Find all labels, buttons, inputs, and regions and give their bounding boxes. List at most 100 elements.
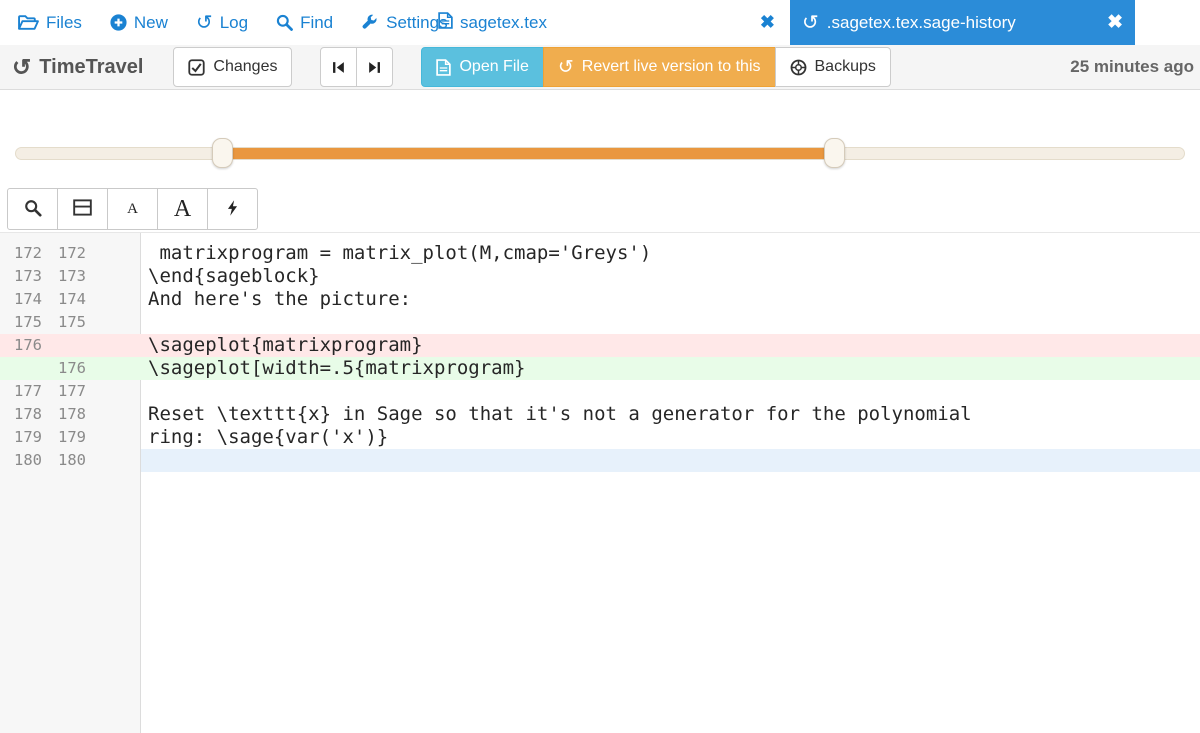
backups-button[interactable]: Backups: [775, 47, 891, 87]
split-view-icon: [73, 199, 92, 219]
history-icon: ↺: [196, 13, 213, 33]
gutter-new: 178: [42, 403, 86, 426]
code-text: [141, 311, 1200, 334]
split-view-button[interactable]: [57, 188, 108, 230]
gutter-old: 175: [0, 311, 42, 334]
code-text: ring: \sage{var('x')}: [141, 426, 1200, 449]
close-icon[interactable]: ✖: [1107, 11, 1123, 34]
version-timestamp: 25 minutes ago: [1070, 57, 1196, 77]
nav-files[interactable]: Files: [18, 13, 82, 33]
life-ring-icon: [790, 59, 807, 76]
code-text: \sageplot[width=.5{matrixprogram}: [141, 357, 1200, 380]
editor-line: 179 179 ring: \sage{var('x')}: [0, 426, 1200, 449]
nav-find[interactable]: Find: [276, 13, 333, 33]
diff-editor: 172 172 matrixprogram = matrix_plot(M,cm…: [0, 233, 1200, 733]
font-decrease-button[interactable]: A: [107, 188, 158, 230]
bolt-button[interactable]: [207, 188, 258, 230]
gutter-new: [42, 334, 86, 357]
nav-new[interactable]: New: [110, 13, 168, 33]
action-button-group: Open File ↺ Revert live version to this …: [421, 47, 890, 87]
gutter-old: 176: [0, 334, 42, 357]
skip-to-end-button[interactable]: [356, 47, 393, 87]
timetravel-title: ↺ TimeTravel: [12, 56, 143, 79]
gutter-new: 180: [42, 449, 86, 472]
top-toolbar: Files New ↺ Log Find Settings sagetex.te…: [0, 0, 1200, 45]
gutter-old: 180: [0, 449, 42, 472]
gutter-old: 172: [0, 242, 42, 265]
gutter-old: [0, 357, 42, 380]
search-icon: [24, 199, 42, 220]
code-text: \end{sageblock}: [141, 265, 1200, 288]
folder-open-icon: [18, 14, 39, 31]
changes-button[interactable]: Changes: [173, 47, 292, 87]
nav-files-label: Files: [46, 13, 82, 33]
editor-line: 173 173 \end{sageblock}: [0, 265, 1200, 288]
file-icon: [438, 12, 453, 34]
gutter-new: 177: [42, 380, 86, 403]
close-icon[interactable]: ✖: [760, 12, 775, 33]
code-text: Reset \texttt{x} in Sage so that it's no…: [141, 403, 1200, 426]
nav-new-label: New: [134, 13, 168, 33]
wrench-icon: [361, 14, 379, 31]
revert-label: Revert live version to this: [582, 58, 761, 76]
editor-line-added: 176 \sageplot[width=.5{matrixprogram}: [0, 357, 1200, 380]
history-icon: ↺: [12, 56, 31, 79]
editor-line-removed: 176 \sageplot{matrixprogram}: [0, 334, 1200, 357]
history-icon: ↺: [802, 13, 819, 33]
tab-sage-history-active[interactable]: ↺ .sagetex.tex.sage-history ✖: [790, 0, 1135, 45]
slider-handle-left[interactable]: [212, 138, 233, 168]
revert-button[interactable]: ↺ Revert live version to this: [543, 47, 776, 87]
lightning-bolt-icon: [226, 199, 239, 220]
editor-line: 177 177: [0, 380, 1200, 403]
nav-log[interactable]: ↺ Log: [196, 13, 248, 33]
plus-circle-icon: [110, 14, 127, 31]
tab-sagetex-tex[interactable]: sagetex.tex ✖: [428, 0, 785, 45]
gutter-new: 179: [42, 426, 86, 449]
history-icon: ↺: [558, 58, 574, 77]
open-file-button[interactable]: Open File: [421, 47, 543, 87]
gutter-new: 172: [42, 242, 86, 265]
timeline-slider-track[interactable]: [15, 147, 1185, 160]
editor-line-current: 180 180: [0, 449, 1200, 472]
gutter-old: 178: [0, 403, 42, 426]
slider-handle-right[interactable]: [824, 138, 845, 168]
open-file-label: Open File: [459, 58, 528, 76]
timetravel-title-label: TimeTravel: [39, 56, 143, 79]
code-text: And here's the picture:: [141, 288, 1200, 311]
tab-sage-history-label: .sagetex.tex.sage-history: [827, 13, 1016, 33]
gutter-new: 176: [42, 357, 86, 380]
timeline-slider-zone: [0, 91, 1200, 186]
nav-log-label: Log: [220, 13, 248, 33]
timetravel-toolbar: ↺ TimeTravel Changes Open File ↺ Revert …: [0, 45, 1200, 90]
gutter-old: 174: [0, 288, 42, 311]
backups-label: Backups: [815, 58, 876, 76]
font-decrease-icon: A: [127, 201, 138, 218]
changes-label: Changes: [213, 58, 277, 76]
skip-end-icon: [367, 60, 382, 75]
editor-toolbar: A A: [0, 186, 1200, 233]
editor-line: 178 178 Reset \texttt{x} in Sage so that…: [0, 403, 1200, 426]
editor-line: 172 172 matrixprogram = matrix_plot(M,cm…: [0, 242, 1200, 265]
search-icon: [276, 14, 293, 31]
code-text: matrixprogram = matrix_plot(M,cmap='Grey…: [141, 242, 1200, 265]
tab-sagetex-label: sagetex.tex: [460, 13, 547, 33]
font-increase-button[interactable]: A: [157, 188, 208, 230]
nav-find-label: Find: [300, 13, 333, 33]
skip-button-group: [320, 47, 393, 87]
gutter-old: 173: [0, 265, 42, 288]
open-file-icon: [436, 59, 451, 76]
font-increase-icon: A: [174, 196, 191, 223]
gutter-new: 174: [42, 288, 86, 311]
editor-line: 174 174 And here's the picture:: [0, 288, 1200, 311]
gutter-old: 179: [0, 426, 42, 449]
skip-to-start-button[interactable]: [320, 47, 357, 87]
checkbox-check-icon: [188, 59, 205, 76]
code-text: [141, 449, 1200, 472]
editor-search-button[interactable]: [7, 188, 58, 230]
skip-start-icon: [331, 60, 346, 75]
gutter-new: 173: [42, 265, 86, 288]
code-text: \sageplot{matrixprogram}: [141, 334, 1200, 357]
gutter-old: 177: [0, 380, 42, 403]
timeline-slider-range: [224, 148, 836, 159]
editor-line: 175 175: [0, 311, 1200, 334]
